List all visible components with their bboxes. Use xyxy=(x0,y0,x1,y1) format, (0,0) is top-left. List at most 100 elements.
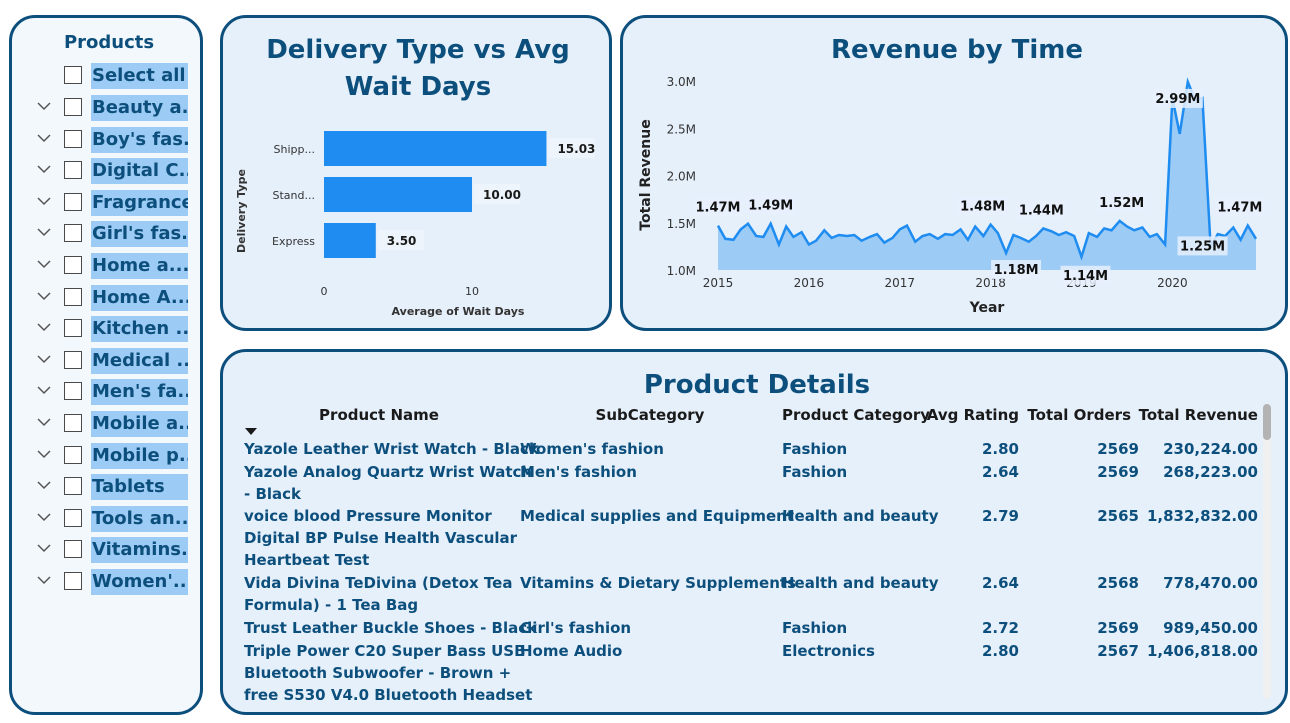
slicer-item[interactable]: Home a... xyxy=(12,253,206,279)
checkbox[interactable] xyxy=(64,414,82,432)
slicer-item-label[interactable]: Kitchen ... xyxy=(91,316,188,343)
chevron-down-icon[interactable] xyxy=(37,131,51,145)
checkbox[interactable] xyxy=(64,477,82,496)
slicer-item[interactable]: Mobile a... xyxy=(12,411,206,437)
column-header[interactable]: Total Revenue xyxy=(1138,406,1258,424)
bar[interactable] xyxy=(324,177,472,212)
x-tick-label: 2017 xyxy=(884,276,915,290)
y-tick-label: 1.5M xyxy=(667,217,696,231)
chevron-down-icon[interactable] xyxy=(37,541,51,555)
chevron-down-icon[interactable] xyxy=(37,194,51,208)
product-name-line: Vida Divina TeDivina (Detox Tea xyxy=(244,574,513,593)
slicer-item-label[interactable]: Women'... xyxy=(91,569,188,595)
slicer-item-label[interactable]: Boy's fas... xyxy=(91,126,188,153)
bar[interactable] xyxy=(324,131,547,166)
slicer-item[interactable]: Boy's fas... xyxy=(12,126,206,153)
checkbox[interactable] xyxy=(64,224,82,243)
slicer-item-label[interactable]: Tools an... xyxy=(91,505,188,532)
checkbox[interactable] xyxy=(64,129,82,148)
chevron-down-icon[interactable] xyxy=(37,383,51,397)
slicer-item-label[interactable]: Vitamins... xyxy=(91,537,188,564)
chevron-down-icon[interactable] xyxy=(37,99,51,113)
slicer-item[interactable]: Fragrances xyxy=(12,189,206,216)
slicer-item[interactable]: Beauty a... xyxy=(12,95,206,121)
cat-cell: Electronics xyxy=(782,641,875,660)
slicer-item-label[interactable]: Girl's fas... xyxy=(91,221,188,248)
table-scrollbar[interactable] xyxy=(1263,404,1271,699)
slicer-item-select-all[interactable]: Select all xyxy=(12,63,206,89)
slicer-item-label[interactable]: Select all xyxy=(91,63,188,89)
checkbox[interactable] xyxy=(64,192,82,211)
column-header[interactable]: Avg Rating xyxy=(923,406,1019,424)
chevron-down-icon[interactable] xyxy=(37,415,51,429)
checkbox[interactable] xyxy=(64,508,82,527)
slicer-item-label[interactable]: Home A... xyxy=(91,284,188,311)
checkbox[interactable] xyxy=(64,319,82,338)
sort-descending-icon[interactable] xyxy=(245,428,257,435)
checkbox[interactable] xyxy=(64,445,82,464)
cat-cell: Fashion xyxy=(782,462,848,481)
product-name-cell: Trust Leather Buckle Shoes - Black xyxy=(244,617,537,639)
checkbox[interactable] xyxy=(64,350,82,369)
slicer-item-label[interactable]: Fragrances xyxy=(91,189,188,216)
slicer-item[interactable]: Men's fa... xyxy=(12,379,206,406)
slicer-item[interactable]: Digital C... xyxy=(12,158,206,185)
x-tick-label: 2015 xyxy=(703,276,734,290)
slicer-item-label[interactable]: Home a... xyxy=(91,253,188,279)
chevron-down-icon[interactable] xyxy=(37,447,51,461)
slicer-item-label[interactable]: Digital C... xyxy=(91,158,188,185)
line-data-label: 1.25M xyxy=(1180,239,1225,254)
slicer-item[interactable]: Mobile p... xyxy=(12,442,206,469)
chevron-down-icon[interactable] xyxy=(37,225,51,239)
chevron-down-icon[interactable] xyxy=(37,510,51,524)
checkbox[interactable] xyxy=(64,161,82,180)
chevron-down-icon[interactable] xyxy=(37,320,51,334)
y-tick-label: 2.0M xyxy=(667,170,696,184)
scrollbar-thumb[interactable] xyxy=(1263,404,1271,440)
bar-chart: 15.03 Shipp... 10.00 Stand... 3.50 Express 0 10… xyxy=(235,131,595,318)
x-axis-title: Average of Wait Days xyxy=(392,305,525,318)
slicer-item-label[interactable]: Tablets xyxy=(91,474,188,501)
slicer-item-label[interactable]: Men's fa... xyxy=(91,379,188,406)
checkbox[interactable] xyxy=(64,66,82,84)
checkbox[interactable] xyxy=(64,256,82,274)
category-tick-label: Express xyxy=(272,235,315,248)
chevron-down-icon[interactable] xyxy=(37,352,51,366)
chevron-down-icon[interactable] xyxy=(37,257,51,271)
orders-cell: 2569 xyxy=(1097,462,1139,481)
slicer-item[interactable]: Tablets xyxy=(12,474,206,501)
column-header[interactable]: Product Name xyxy=(244,406,514,424)
bar[interactable] xyxy=(324,223,376,258)
column-header[interactable]: Product Category xyxy=(782,406,930,424)
column-header[interactable]: Total Orders xyxy=(1023,406,1131,424)
slicer-item[interactable]: Women'... xyxy=(12,569,206,595)
slicer-item-label[interactable]: Medical ... xyxy=(91,347,188,374)
bar-data-label: 3.50 xyxy=(387,234,417,248)
bar-data-label: 10.00 xyxy=(483,188,521,202)
checkbox[interactable] xyxy=(64,572,82,590)
checkbox[interactable] xyxy=(64,540,82,559)
slicer-item[interactable]: Medical ... xyxy=(12,347,206,374)
slicer-item-label[interactable]: Beauty a... xyxy=(91,95,188,121)
checkbox[interactable] xyxy=(64,287,82,306)
slicer-item[interactable]: Kitchen ... xyxy=(12,316,206,343)
line-data-label: 1.14M xyxy=(1063,269,1108,284)
slicer-item[interactable]: Girl's fas... xyxy=(12,221,206,248)
checkbox[interactable] xyxy=(64,98,82,116)
slicer-item[interactable]: Home A... xyxy=(12,284,206,311)
slicer-item[interactable]: Tools an... xyxy=(12,505,206,532)
checkbox[interactable] xyxy=(64,382,82,401)
product-name-line: - Black xyxy=(244,484,302,503)
product-name-line: voice blood Pressure Monitor xyxy=(244,507,492,526)
slicer-item-label[interactable]: Mobile p... xyxy=(91,442,188,469)
chevron-down-icon[interactable] xyxy=(37,162,51,176)
column-header[interactable]: SubCategory xyxy=(520,406,780,424)
orders-cell: 2569 xyxy=(1097,440,1139,458)
orders-cell: 2569 xyxy=(1097,618,1139,637)
chevron-down-icon[interactable] xyxy=(37,573,51,587)
slicer-item-label[interactable]: Mobile a... xyxy=(91,411,188,437)
chevron-down-icon[interactable] xyxy=(37,478,51,492)
slicer-item[interactable]: Vitamins... xyxy=(12,537,206,564)
chevron-down-icon[interactable] xyxy=(37,289,51,303)
product-details-card: Product Details Product Name SubCategory P… xyxy=(220,349,1288,715)
